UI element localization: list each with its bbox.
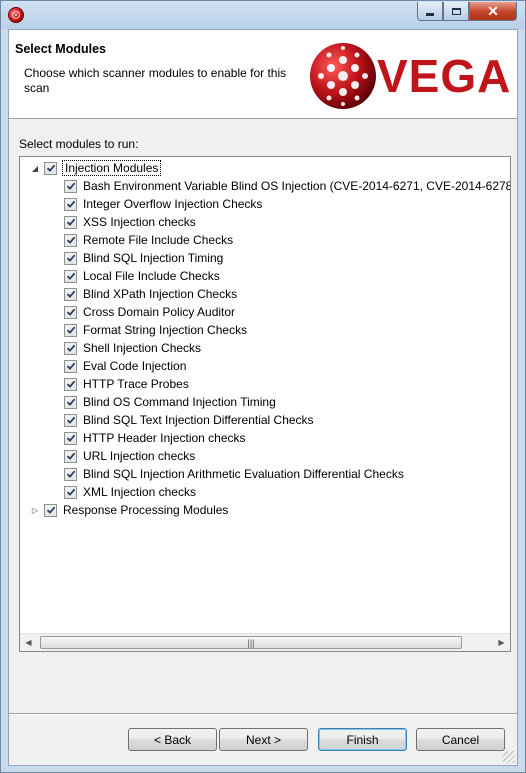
- tree-item[interactable]: Shell Injection Checks: [64, 339, 201, 357]
- tree-group[interactable]: ◢ Injection Modules: [30, 159, 162, 177]
- tree-item[interactable]: XSS Injection checks: [64, 213, 196, 231]
- module-checkbox[interactable]: [64, 467, 77, 481]
- tree-item[interactable]: Remote File Include Checks: [64, 231, 233, 249]
- module-checkbox[interactable]: [64, 431, 77, 445]
- tree-item[interactable]: HTTP Header Injection checks: [64, 429, 246, 447]
- module-checkbox[interactable]: [64, 395, 77, 409]
- next-button[interactable]: Next >: [219, 728, 308, 751]
- tree-item[interactable]: Format String Injection Checks: [64, 321, 247, 339]
- resize-grip-icon[interactable]: [503, 751, 515, 763]
- module-label: XML Injection checks: [83, 485, 196, 499]
- tree-group[interactable]: ▷ Response Processing Modules: [30, 501, 229, 519]
- module-label: Blind XPath Injection Checks: [83, 287, 238, 301]
- module-checkbox[interactable]: [64, 287, 77, 301]
- tree-group-label: Response Processing Modules: [63, 503, 229, 517]
- wizard-header: Select Modules Choose which scanner modu…: [9, 30, 517, 119]
- module-label: Blind SQL Injection Arithmetic Evaluatio…: [83, 467, 404, 481]
- back-button[interactable]: < Back: [128, 728, 217, 751]
- module-checkbox[interactable]: [64, 251, 77, 265]
- tree-item[interactable]: Blind OS Command Injection Timing: [64, 393, 276, 411]
- tree-item[interactable]: Blind XPath Injection Checks: [64, 285, 237, 303]
- module-label: Blind SQL Text Injection Differential Ch…: [83, 413, 314, 427]
- vega-logo: VEGA: [307, 38, 511, 114]
- close-button[interactable]: ✕: [469, 2, 517, 21]
- module-label: Bash Environment Variable Blind OS Injec…: [83, 179, 511, 193]
- module-label: Remote File Include Checks: [83, 233, 234, 247]
- group-checkbox[interactable]: [44, 161, 57, 175]
- module-checkbox[interactable]: [64, 215, 77, 229]
- tree-item[interactable]: Local File Include Checks: [64, 267, 220, 285]
- module-label: HTTP Header Injection checks: [83, 431, 246, 445]
- collapse-arrow-icon[interactable]: ◢: [30, 163, 40, 173]
- modules-tree[interactable]: ◢ Injection Modules Bash Environment Varia…: [19, 156, 511, 652]
- minimize-button[interactable]: [417, 2, 443, 21]
- page-title: Select Modules: [15, 42, 106, 56]
- module-label: Integer Overflow Injection Checks: [83, 197, 263, 211]
- tree-item[interactable]: Eval Code Injection: [64, 357, 186, 375]
- module-label: Format String Injection Checks: [83, 323, 248, 337]
- module-checkbox[interactable]: [64, 233, 77, 247]
- scroll-right-icon[interactable]: ▶: [493, 634, 510, 651]
- module-label: Local File Include Checks: [83, 269, 220, 283]
- vega-sphere-icon: [310, 43, 376, 109]
- tree-item[interactable]: URL Injection checks: [64, 447, 195, 465]
- tree-item[interactable]: XML Injection checks: [64, 483, 196, 501]
- module-checkbox[interactable]: [64, 377, 77, 391]
- tree-item[interactable]: HTTP Trace Probes: [64, 375, 189, 393]
- module-label: Blind SQL Injection Timing: [83, 251, 224, 265]
- tree-item[interactable]: Blind SQL Text Injection Differential Ch…: [64, 411, 314, 429]
- module-label: URL Injection checks: [83, 449, 196, 463]
- vega-logo-text: VEGA: [377, 50, 512, 102]
- module-checkbox[interactable]: [64, 359, 77, 373]
- page-description: Choose which scanner modules to enable f…: [24, 66, 287, 95]
- module-checkbox[interactable]: [64, 341, 77, 355]
- wizard-window: ✕ Select Modules Choose which scanner mo…: [0, 0, 526, 773]
- tree-item[interactable]: Blind SQL Injection Arithmetic Evaluatio…: [64, 465, 404, 483]
- tree-item[interactable]: Cross Domain Policy Auditor: [64, 303, 235, 321]
- module-checkbox[interactable]: [64, 269, 77, 283]
- module-label: Shell Injection Checks: [83, 341, 202, 355]
- tree-item[interactable]: Bash Environment Variable Blind OS Injec…: [64, 177, 511, 195]
- module-checkbox[interactable]: [64, 197, 77, 211]
- module-label: Eval Code Injection: [83, 359, 187, 373]
- module-label: HTTP Trace Probes: [83, 377, 189, 391]
- tree-item[interactable]: Integer Overflow Injection Checks: [64, 195, 262, 213]
- finish-button[interactable]: Finish: [318, 728, 407, 751]
- wizard-client-area: Select Modules Choose which scanner modu…: [8, 29, 518, 766]
- minimize-icon: [426, 12, 434, 16]
- module-label: XSS Injection checks: [83, 215, 196, 229]
- expand-arrow-icon[interactable]: ▷: [30, 505, 40, 515]
- scroll-left-icon[interactable]: ◀: [20, 634, 37, 651]
- maximize-icon: [451, 7, 461, 15]
- scrollbar-thumb[interactable]: |||: [40, 636, 462, 649]
- horizontal-scrollbar[interactable]: ◀ ||| ▶: [20, 633, 510, 651]
- tree-item[interactable]: Blind SQL Injection Timing: [64, 249, 223, 267]
- grip-icon: |||: [247, 637, 255, 648]
- module-checkbox[interactable]: [64, 305, 77, 319]
- module-checkbox[interactable]: [64, 449, 77, 463]
- module-checkbox[interactable]: [64, 179, 77, 193]
- module-checkbox[interactable]: [64, 413, 77, 427]
- vega-app-icon[interactable]: [8, 7, 24, 23]
- module-checkbox[interactable]: [64, 323, 77, 337]
- tree-group-label: Injection Modules: [61, 160, 162, 176]
- title-bar[interactable]: ✕: [1, 1, 525, 29]
- group-checkbox[interactable]: [44, 503, 57, 517]
- module-label: Blind OS Command Injection Timing: [83, 395, 276, 409]
- button-bar-separator: [9, 713, 517, 715]
- maximize-button[interactable]: [443, 2, 469, 21]
- cancel-button[interactable]: Cancel: [416, 728, 505, 751]
- close-icon: ✕: [487, 2, 499, 19]
- module-label: Cross Domain Policy Auditor: [83, 305, 236, 319]
- module-checkbox[interactable]: [64, 485, 77, 499]
- modules-label: Select modules to run:: [19, 137, 139, 151]
